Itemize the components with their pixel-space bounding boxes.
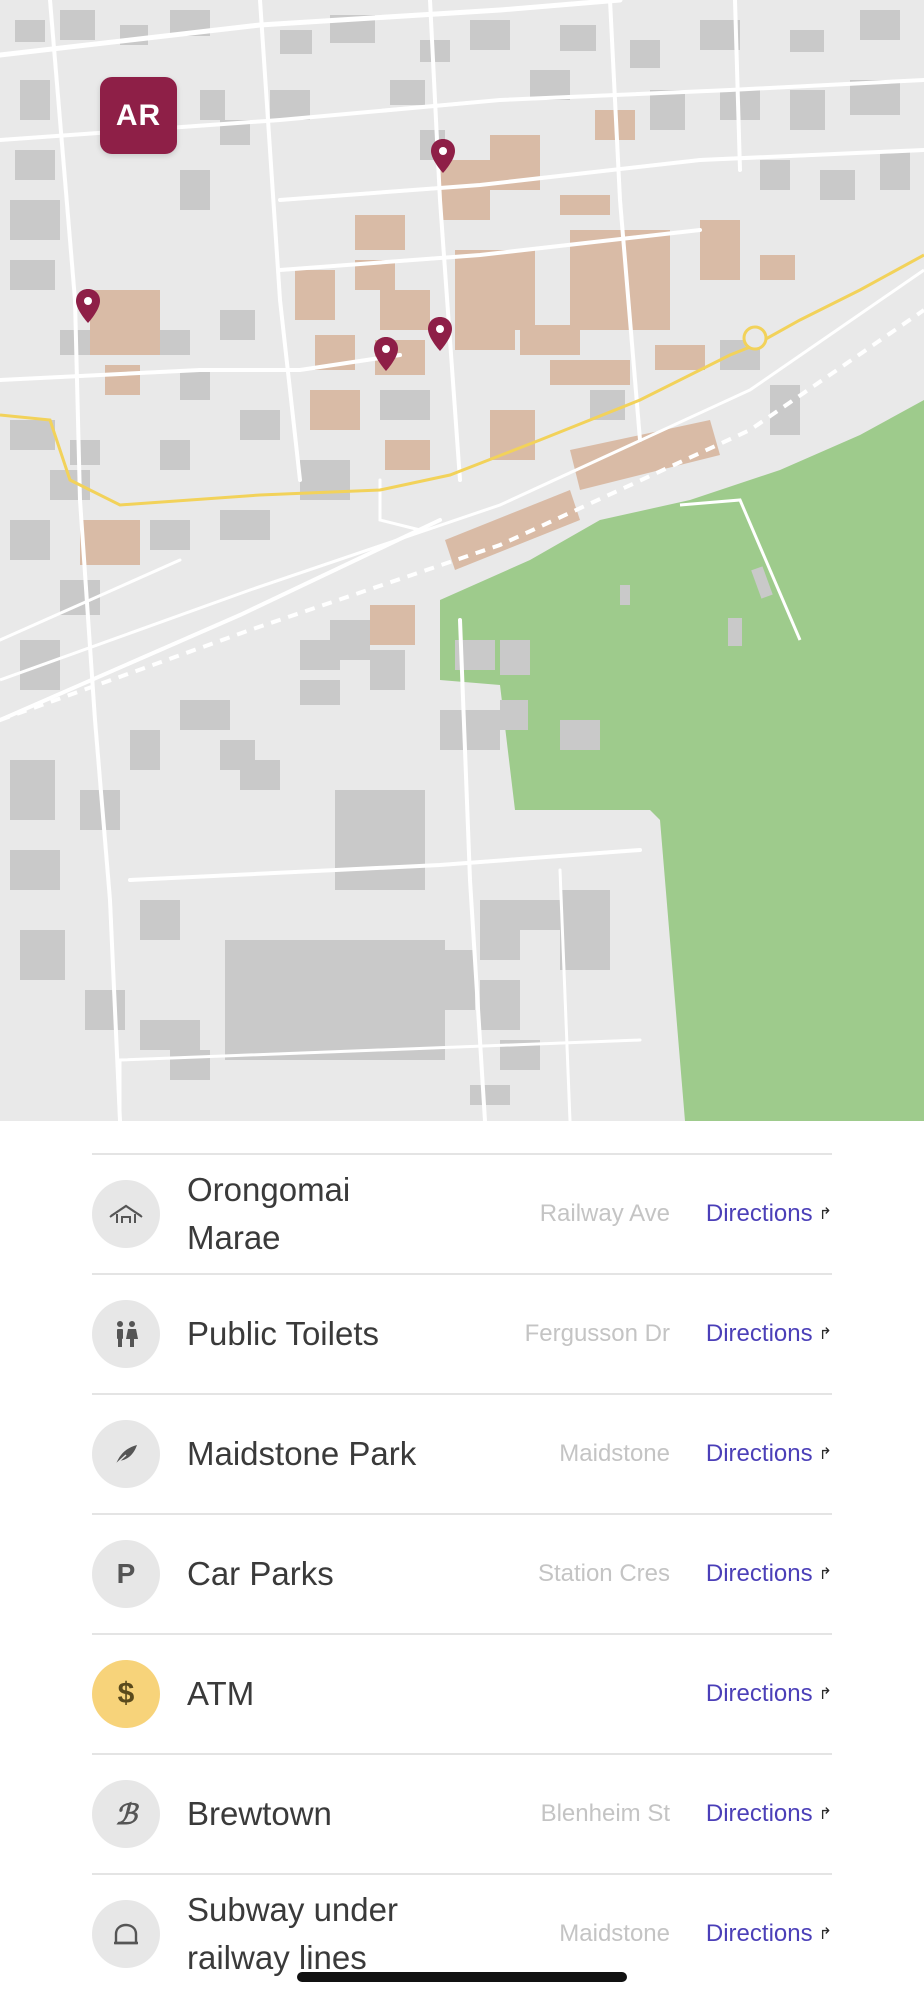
home-indicator[interactable] — [297, 1972, 627, 1982]
leaf-icon — [92, 1420, 160, 1488]
place-location: Fergusson Dr — [524, 1320, 670, 1347]
park-building — [500, 640, 530, 675]
ar-button-label: AR — [115, 98, 162, 132]
place-location: Maidstone — [559, 1920, 670, 1947]
directions-link[interactable]: Directions ↱ — [706, 1320, 832, 1348]
map-pin-icon[interactable] — [430, 138, 456, 174]
place-name: Orongomai Marae — [187, 1171, 351, 1256]
place-location: Station Cres — [537, 1560, 670, 1587]
park-building — [500, 700, 528, 730]
directions-label: Directions — [705, 1680, 813, 1707]
place-name: Subway under railway lines — [187, 1891, 398, 1976]
turn-arrow-icon: ↱ — [818, 1446, 832, 1463]
map-pin-icon[interactable] — [427, 316, 453, 352]
brewtown-icon: ℬ — [92, 1780, 160, 1848]
directions-link[interactable]: Directions ↱ — [706, 1680, 832, 1708]
place-name: Public Toilets — [187, 1315, 379, 1352]
map-canvas[interactable] — [0, 0, 924, 1121]
directions-link[interactable]: Directions ↱ — [706, 1800, 832, 1828]
directions-label: Directions — [705, 1800, 813, 1827]
directions-label: Directions — [705, 1320, 813, 1347]
list-item[interactable]: ℬ Brewtown Blenheim St Directions ↱ — [92, 1755, 832, 1875]
turn-arrow-icon: ↱ — [818, 1326, 832, 1343]
list-item[interactable]: $ ATM Directions ↱ — [92, 1635, 832, 1755]
list-item[interactable]: P Car Parks Station Cres Directions ↱ — [92, 1515, 832, 1635]
turn-arrow-icon: ↱ — [818, 1806, 832, 1823]
turn-arrow-icon: ↱ — [818, 1206, 832, 1223]
turn-arrow-icon: ↱ — [818, 1926, 832, 1943]
directions-link[interactable]: Directions ↱ — [706, 1200, 832, 1228]
subway-icon — [92, 1900, 160, 1968]
directions-label: Directions — [705, 1440, 813, 1467]
marae-icon — [92, 1180, 160, 1248]
list-item[interactable]: Public Toilets Fergusson Dr Directions ↱ — [92, 1275, 832, 1395]
parking-icon: P — [92, 1540, 160, 1608]
places-list: Orongomai Marae Railway Ave Directions ↱… — [92, 1153, 832, 1993]
park-building — [620, 585, 630, 605]
park-building — [728, 618, 742, 646]
place-name: Brewtown — [187, 1795, 332, 1832]
place-location: Railway Ave — [539, 1200, 670, 1227]
list-item[interactable]: Orongomai Marae Railway Ave Directions ↱ — [92, 1155, 832, 1275]
turn-arrow-icon: ↱ — [818, 1566, 832, 1583]
toilets-icon — [92, 1300, 160, 1368]
map-view[interactable]: AR — [0, 0, 924, 1121]
screen: AR Orongomai Marae Railway Ave Direction… — [0, 0, 924, 2000]
turn-arrow-icon: ↱ — [818, 1686, 832, 1703]
place-name: Maidstone Park — [187, 1435, 417, 1472]
roundabout — [742, 325, 768, 351]
place-location: Maidstone — [559, 1440, 670, 1467]
directions-label: Directions — [705, 1560, 813, 1587]
list-item[interactable]: Maidstone Park Maidstone Directions ↱ — [92, 1395, 832, 1515]
directions-link[interactable]: Directions ↱ — [706, 1440, 832, 1468]
dollar-glyph: $ — [117, 1677, 135, 1710]
ar-button[interactable]: AR — [100, 77, 177, 154]
place-name: Car Parks — [187, 1555, 334, 1592]
directions-label: Directions — [705, 1200, 813, 1227]
map-pin-icon[interactable] — [373, 336, 399, 372]
directions-link[interactable]: Directions ↱ — [706, 1920, 832, 1948]
dollar-icon: $ — [92, 1660, 160, 1728]
parking-glyph: P — [116, 1558, 136, 1589]
map-pin-icon[interactable] — [75, 288, 101, 324]
place-name: ATM — [187, 1675, 255, 1712]
brewtown-glyph: ℬ — [114, 1797, 137, 1831]
directions-label: Directions — [705, 1920, 813, 1947]
place-location: Blenheim St — [540, 1800, 670, 1827]
directions-link[interactable]: Directions ↱ — [706, 1560, 832, 1588]
